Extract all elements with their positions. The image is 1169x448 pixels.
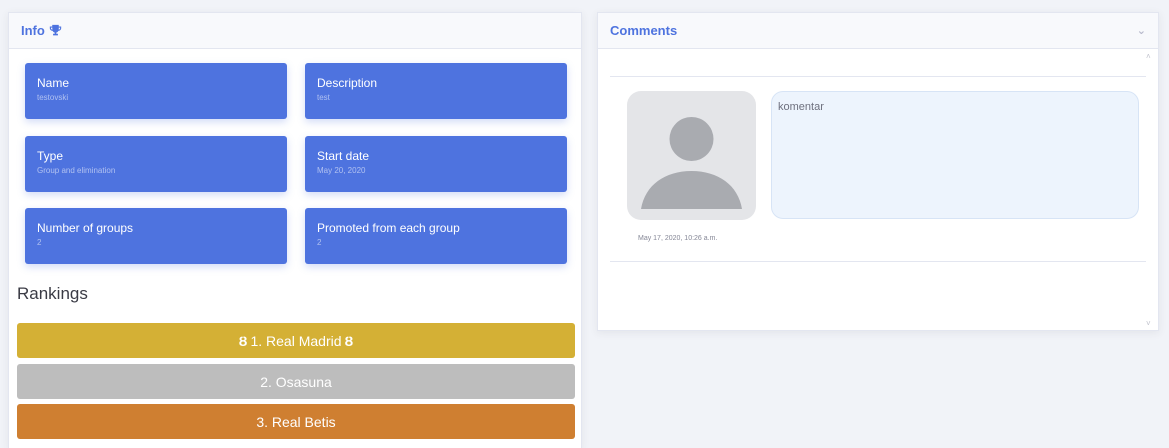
ranking-text: 3. Real Betis (256, 413, 336, 430)
tile-value: 2 (317, 238, 322, 247)
info-tile-number-of-groups: Number of groups 2 (25, 208, 287, 264)
ranking-item-1: Ȣ 1. Real Madrid Ȣ (17, 323, 575, 358)
comment-text: komentar (771, 91, 1139, 219)
tile-label: Number of groups (37, 221, 134, 235)
info-tile-promoted: Promoted from each group 2 (305, 208, 567, 264)
divider (610, 261, 1146, 262)
tile-value: 2 (37, 238, 42, 247)
comment-date: May 17, 2020, 10:26 a.m. (638, 235, 718, 242)
tile-label: Description (317, 76, 378, 90)
trophy-icon (49, 24, 62, 37)
scroll-down-icon[interactable]: ˅ (1146, 319, 1151, 328)
info-tile-start-date: Start date May 20, 2020 (305, 136, 567, 192)
tile-value: May 20, 2020 (317, 166, 366, 175)
comments-title: Comments (610, 23, 678, 38)
ranking-text: 1. Real Madrid (250, 332, 342, 349)
tile-label: Name (37, 76, 70, 90)
tile-label: Type (37, 149, 64, 163)
divider (610, 76, 1146, 77)
info-tile-description: Description test (305, 63, 567, 119)
comments-card: Comments ⌄ ˄ ˅ komentar May 17, 2020, 10… (597, 12, 1159, 331)
ranking-item-3: 3. Real Betis (17, 404, 575, 439)
info-card: Info Name testovski Description test Typ… (8, 12, 582, 448)
ranking-item-2: 2. Osasuna (17, 364, 575, 399)
tile-label: Promoted from each group (317, 221, 460, 235)
tile-value: test (317, 93, 330, 102)
tile-label: Start date (317, 149, 370, 163)
ranking-text: 2. Osasuna (260, 373, 332, 390)
comments-scrollbar[interactable]: ˄ ˅ (1146, 50, 1156, 330)
info-title: Info (21, 23, 45, 38)
rankings-title: Rankings (17, 284, 88, 303)
medal-icon: Ȣ (238, 332, 248, 349)
tile-value: Group and elimination (37, 166, 116, 175)
tile-value: testovski (37, 93, 69, 102)
scroll-up-icon[interactable]: ˄ (1146, 52, 1151, 61)
medal-icon: Ȣ (344, 332, 354, 349)
user-avatar-icon (627, 91, 756, 220)
chevron-down-icon[interactable]: ⌄ (1137, 24, 1146, 37)
info-tile-name: Name testovski (25, 63, 287, 119)
info-tile-type: Type Group and elimination (25, 136, 287, 192)
info-header: Info (9, 13, 581, 49)
comments-header[interactable]: Comments ⌄ (598, 13, 1158, 49)
